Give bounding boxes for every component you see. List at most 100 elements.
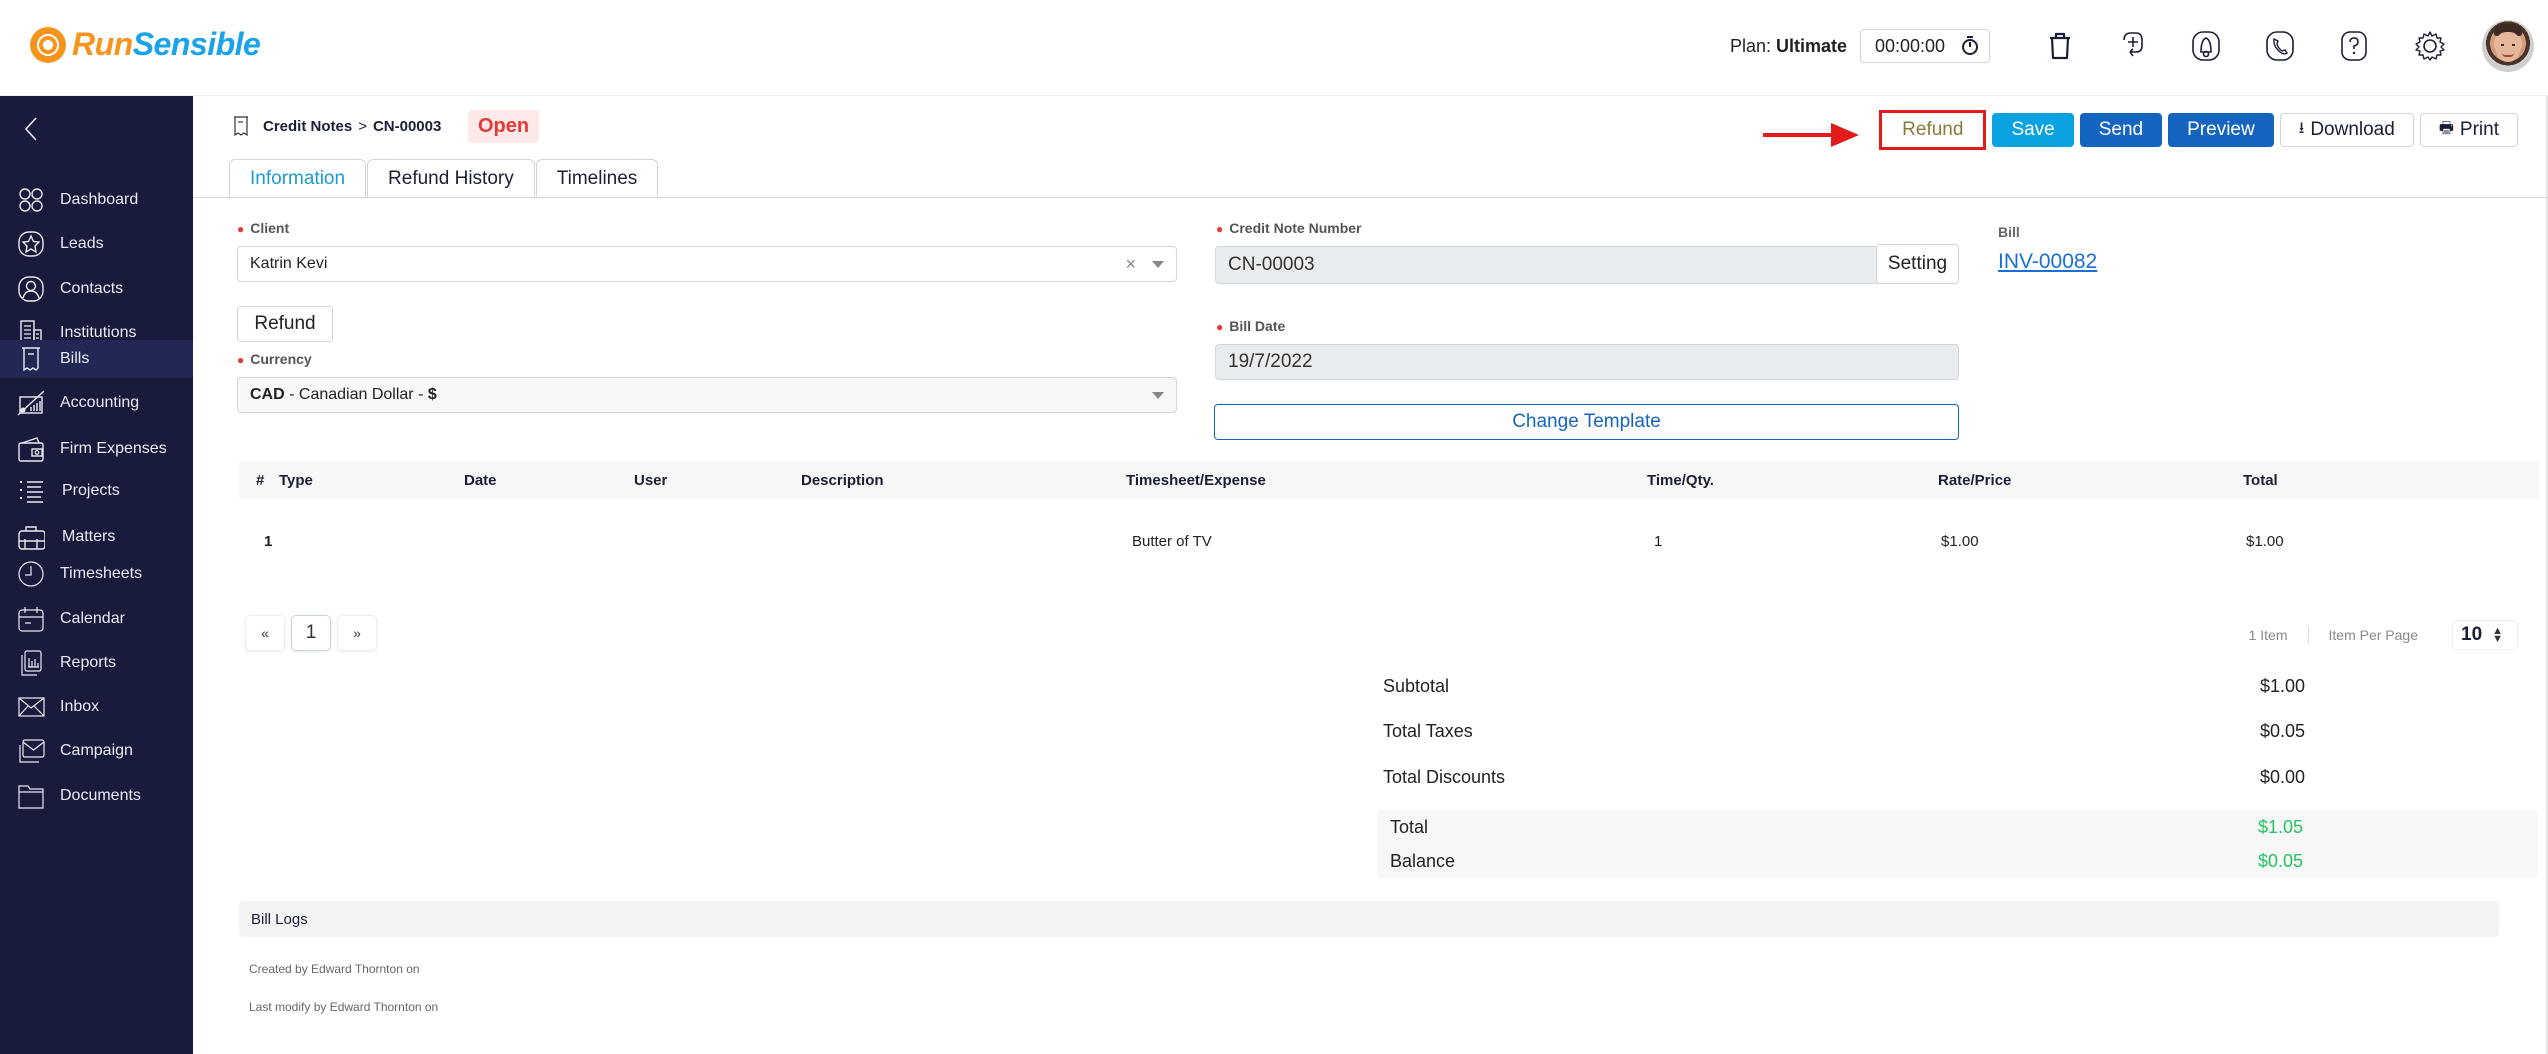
sidebar-item-reports[interactable]: Reports xyxy=(0,644,193,682)
download-label: Download xyxy=(2310,119,2395,140)
printer-icon: 🖶 xyxy=(2438,119,2454,137)
star-icon xyxy=(18,231,44,257)
items-per-page-select[interactable]: 10 ▲ ▼ xyxy=(2452,620,2518,650)
campaign-icon xyxy=(19,739,45,763)
print-button[interactable]: 🖶 Print xyxy=(2419,113,2518,147)
breadcrumb-current: CN-00003 xyxy=(372,117,442,135)
sidebar-item-leads[interactable]: Leads xyxy=(0,225,193,263)
sidebar-label: Campaign xyxy=(60,742,133,759)
item-count: 1 Item xyxy=(2248,627,2288,643)
required-marker: ● xyxy=(237,353,245,367)
credit-note-number-label: ● Credit Note Number xyxy=(1216,220,1362,236)
briefcase-icon xyxy=(18,526,45,550)
next-page-button[interactable]: » xyxy=(337,615,377,651)
sidebar-item-dashboard[interactable]: Dashboard xyxy=(0,181,193,219)
subtotal-row: Subtotal $1.00 xyxy=(1383,676,2306,696)
column-header: # xyxy=(256,472,265,489)
currency-label: ● Currency xyxy=(237,351,312,367)
row-rate: $1.00 xyxy=(1941,533,1979,550)
sidebar-item-firm-expenses[interactable]: Firm Expenses xyxy=(0,430,193,468)
chevron-down-icon[interactable] xyxy=(1152,392,1164,399)
setting-button[interactable]: Setting xyxy=(1876,244,1959,284)
currency-select[interactable]: CAD - Canadian Dollar - $ xyxy=(237,377,1177,413)
bill-date-input[interactable]: 19/7/2022 xyxy=(1215,344,1959,380)
refund-secondary-button[interactable]: Refund xyxy=(237,306,333,342)
balance-row: Balance $0.05 xyxy=(1390,851,2304,871)
sidebar-label: Projects xyxy=(62,482,120,499)
runsensible-logo[interactable]: RunSensible xyxy=(30,26,261,63)
dashboard-icon xyxy=(19,188,43,212)
save-button[interactable]: Save xyxy=(1992,113,2074,147)
log-modified: Last modify by Edward Thornton on xyxy=(249,1000,439,1014)
tab-timelines[interactable]: Timelines xyxy=(535,159,659,197)
tab-refund-history[interactable]: Refund History xyxy=(367,159,535,197)
report-icon xyxy=(21,650,42,676)
status-badge: Open xyxy=(468,110,540,143)
sidebar-item-projects[interactable]: Projects xyxy=(0,472,193,510)
page-1-button[interactable]: 1 xyxy=(291,615,331,651)
bill-link[interactable]: INV-00082 xyxy=(1998,250,2097,274)
notification-bell-icon[interactable] xyxy=(2188,28,2224,64)
sidebar-label: Accounting xyxy=(60,394,140,411)
sidebar: Dashboard Leads Contacts Institutions Bi… xyxy=(0,96,193,1054)
action-toolbar: Refund Save Send Preview ⭳ Download 🖶 Pr… xyxy=(1879,110,2518,150)
sidebar-label: Leads xyxy=(60,235,104,252)
trash-icon[interactable] xyxy=(2042,28,2078,64)
client-select[interactable]: Katrin Kevi × xyxy=(237,246,1177,282)
send-button[interactable]: Send xyxy=(2079,113,2163,147)
plan-value: Ultimate xyxy=(1776,36,1848,56)
pagination: « 1 » xyxy=(245,615,377,651)
total-row: Total $1.05 xyxy=(1390,817,2304,837)
preview-button[interactable]: Preview xyxy=(2168,113,2274,147)
sidebar-item-contacts[interactable]: Contacts xyxy=(0,270,193,308)
tab-information[interactable]: Information xyxy=(229,159,367,197)
wallet-icon xyxy=(18,437,44,462)
contact-icon xyxy=(18,276,44,302)
credit-note-number-input[interactable]: CN-00003 xyxy=(1215,246,1879,284)
sidebar-item-matters[interactable]: Matters xyxy=(0,518,193,556)
required-marker: ● xyxy=(237,222,245,236)
bill-logs-header: Bill Logs xyxy=(239,901,2499,937)
currency-symbol: $ xyxy=(427,386,437,403)
client-value: Katrin Kevi xyxy=(250,255,328,272)
items-per-page-value: 10 xyxy=(2461,624,2483,645)
sidebar-label: Reports xyxy=(60,654,117,671)
sidebar-item-documents[interactable]: Documents xyxy=(0,777,193,815)
column-header: Time/Qty. xyxy=(1647,472,1714,489)
help-icon[interactable] xyxy=(2336,28,2372,64)
required-marker: ● xyxy=(1216,222,1224,236)
refund-button[interactable]: Refund xyxy=(1879,110,1987,150)
collapse-sidebar-chevron-icon[interactable] xyxy=(20,114,42,144)
sidebar-item-calendar[interactable]: Calendar xyxy=(0,600,193,638)
mail-icon xyxy=(18,697,45,717)
sidebar-item-timesheets[interactable]: Timesheets xyxy=(0,555,193,593)
settings-gear-icon[interactable] xyxy=(2412,28,2448,64)
timer-value: 00:00:00 xyxy=(1875,35,1946,56)
user-avatar[interactable] xyxy=(2482,20,2534,72)
column-header: Total xyxy=(2243,472,2278,489)
breadcrumb-credit-notes[interactable]: Credit Notes xyxy=(263,118,352,135)
column-header: Type xyxy=(279,472,313,489)
plan-indicator: Plan: Ultimate xyxy=(1730,36,1847,57)
add-task-icon[interactable] xyxy=(2114,28,2150,64)
sidebar-item-inbox[interactable]: Inbox xyxy=(0,688,193,726)
timer-widget[interactable]: 00:00:00 xyxy=(1860,29,1990,63)
bill-date-value: 19/7/2022 xyxy=(1228,351,1313,372)
items-info: 1 Item Item Per Page 10 ▲ ▼ xyxy=(2249,620,2518,650)
sidebar-label: Inbox xyxy=(60,698,100,715)
sidebar-item-accounting[interactable]: Accounting xyxy=(0,384,193,422)
bill-label: Bill xyxy=(1998,224,2020,240)
sidebar-item-campaign[interactable]: Campaign xyxy=(0,732,193,770)
stopwatch-icon[interactable] xyxy=(1961,36,1979,56)
sidebar-item-bills[interactable]: Bills xyxy=(0,340,193,378)
chevron-down-icon[interactable] xyxy=(1152,261,1164,268)
client-label: ● Client xyxy=(237,220,290,236)
subtotal-value: $1.00 xyxy=(2260,676,2306,696)
sidebar-label: Dashboard xyxy=(60,191,139,208)
main-content: Credit Notes > CN-00003 Open Information… xyxy=(193,96,2548,1054)
clear-icon[interactable]: × xyxy=(1125,254,1136,275)
phone-icon[interactable] xyxy=(2262,28,2298,64)
download-button[interactable]: ⭳ Download xyxy=(2279,113,2414,147)
change-template-button[interactable]: Change Template xyxy=(1214,404,1959,440)
previous-page-button[interactable]: « xyxy=(245,615,285,651)
